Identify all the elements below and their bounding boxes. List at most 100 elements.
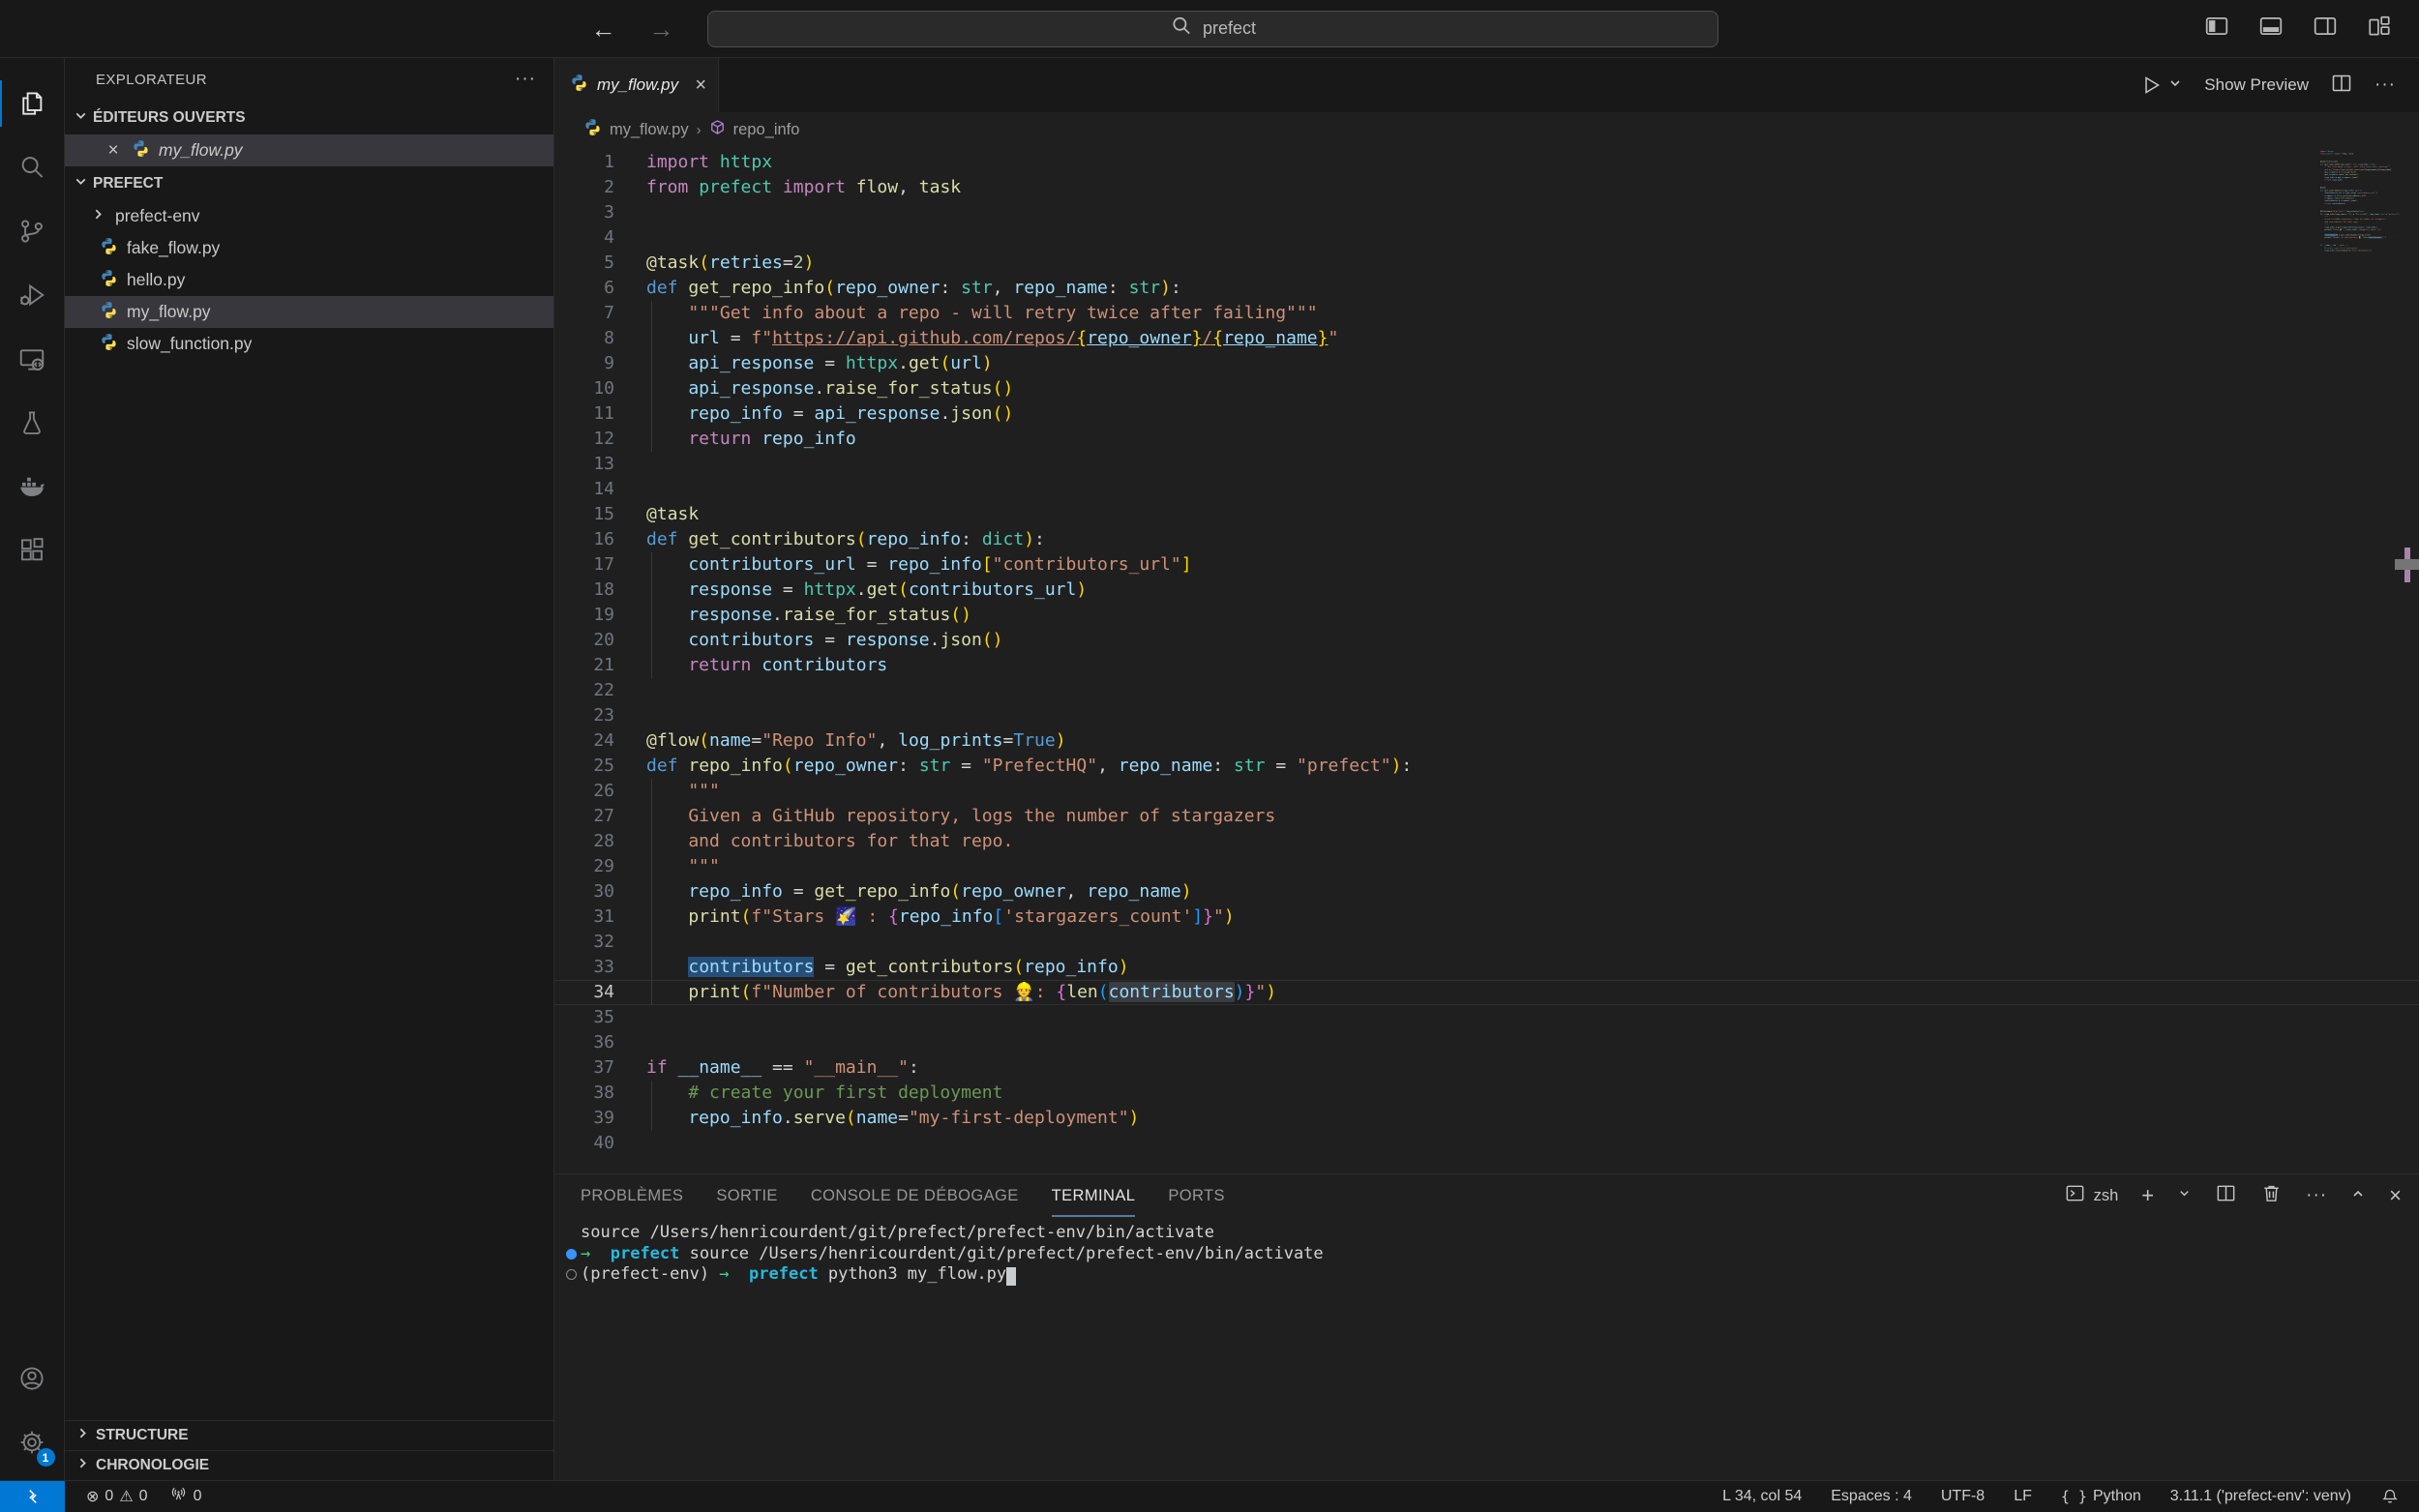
code-line[interactable]: 33 contributors = get_contributors(repo_… [554, 955, 2419, 980]
code-line[interactable]: 38 # create your first deployment [554, 1081, 2419, 1106]
tab-my-flow[interactable]: my_flow.py × [554, 58, 719, 112]
code-line[interactable]: 25def repo_info(repo_owner: str = "Prefe… [554, 754, 2419, 779]
open-editors-header[interactable]: ÉDITEURS OUVERTS [65, 101, 553, 134]
code-line[interactable]: 15@task [554, 502, 2419, 527]
testing-icon[interactable] [0, 391, 65, 455]
toggle-sidebar-icon[interactable] [2204, 14, 2229, 44]
tree-item-slow_function.py[interactable]: slow_function.py [65, 328, 553, 360]
tree-item-my_flow.py[interactable]: my_flow.py [65, 296, 553, 328]
encoding-status[interactable]: UTF-8 [1941, 1488, 1985, 1505]
chevron-down-icon[interactable] [2167, 75, 2183, 96]
cursor-position[interactable]: L 34, col 54 [1722, 1488, 1802, 1505]
panel-tab-console de débogage[interactable]: CONSOLE DE DÉBOGAGE [811, 1174, 1019, 1217]
docker-icon[interactable] [0, 455, 65, 519]
close-panel-icon[interactable]: × [2389, 1185, 2402, 1206]
search-view-icon[interactable] [0, 135, 65, 199]
remote-indicator[interactable] [0, 1481, 65, 1512]
project-header[interactable]: PREFECT [65, 166, 553, 200]
maximize-panel-icon[interactable] [2350, 1186, 2366, 1206]
code-line[interactable]: 4 [554, 225, 2419, 251]
tree-item-hello.py[interactable]: hello.py [65, 264, 553, 296]
toggle-secondary-sidebar-icon[interactable] [2313, 14, 2338, 44]
sidebar-more-icon[interactable]: ··· [515, 69, 536, 90]
code-line[interactable]: 22 [554, 678, 2419, 703]
code-line[interactable]: 7 """Get info about a repo - will retry … [554, 301, 2419, 326]
chevron-down-icon[interactable] [2177, 1186, 2192, 1205]
code-line[interactable]: 13 [554, 452, 2419, 477]
code-line[interactable]: 17 contributors_url = repo_info["contrib… [554, 552, 2419, 578]
ports-status[interactable]: 0 [169, 1485, 202, 1508]
panel-tab-sortie[interactable]: SORTIE [716, 1174, 778, 1217]
code-line[interactable]: 35 [554, 1005, 2419, 1030]
code-line[interactable]: 10 api_response.raise_for_status() [554, 376, 2419, 401]
editor-more-icon[interactable]: ··· [2374, 74, 2396, 96]
panel-more-icon[interactable]: ··· [2306, 1185, 2327, 1206]
code-line[interactable]: 6def get_repo_info(repo_owner: str, repo… [554, 276, 2419, 301]
code-line[interactable]: 8 url = f"https://api.github.com/repos/{… [554, 326, 2419, 351]
code-line[interactable]: 9 api_response = httpx.get(url) [554, 351, 2419, 376]
code-line[interactable]: 16def get_contributors(repo_info: dict): [554, 527, 2419, 552]
settings-gear-icon[interactable]: 1 [0, 1410, 65, 1474]
code-line[interactable]: 18 response = httpx.get(contributors_url… [554, 578, 2419, 603]
eol-status[interactable]: LF [2014, 1488, 2032, 1505]
panel-tab-terminal[interactable]: TERMINAL [1052, 1174, 1136, 1217]
problems-status[interactable]: ⊗ 0 ⚠ 0 [86, 1487, 148, 1506]
tab-close-icon[interactable]: × [695, 74, 706, 97]
remote-explorer-icon[interactable] [0, 327, 65, 391]
code-line[interactable]: 24@flow(name="Repo Info", log_prints=Tru… [554, 728, 2419, 754]
panel-tab-problèmes[interactable]: PROBLÈMES [581, 1174, 683, 1217]
source-control-icon[interactable] [0, 199, 65, 263]
code-line[interactable]: 20 contributors = response.json() [554, 628, 2419, 653]
extensions-icon[interactable] [0, 519, 65, 582]
code-line[interactable]: 14 [554, 477, 2419, 502]
breadcrumb[interactable]: my_flow.py › repo_info [554, 112, 2419, 147]
section-structure[interactable]: STRUCTURE [65, 1420, 553, 1450]
code-line[interactable]: 3 [554, 200, 2419, 225]
kill-terminal-icon[interactable] [2260, 1182, 2283, 1209]
tree-item-prefect-env[interactable]: prefect-env [65, 200, 553, 232]
split-editor-icon[interactable] [2330, 72, 2353, 100]
explorer-icon[interactable] [0, 72, 65, 135]
code-line[interactable]: 2from prefect import flow, task [554, 175, 2419, 200]
code-line[interactable]: 12 return repo_info [554, 427, 2419, 452]
overview-ruler-slider[interactable] [2395, 559, 2419, 570]
code-line[interactable]: 40 [2320, 252, 2405, 254]
command-decoration-icon[interactable] [566, 1249, 577, 1260]
account-icon[interactable] [0, 1347, 65, 1410]
code-line[interactable]: 19 response.raise_for_status() [554, 603, 2419, 628]
open-editor-item[interactable]: ×my_flow.py [65, 134, 553, 166]
customize-layout-icon[interactable] [2367, 14, 2392, 44]
new-terminal-icon[interactable]: + [2141, 1185, 2154, 1206]
indentation-status[interactable]: Espaces : 4 [1831, 1488, 1912, 1505]
command-center-search[interactable]: prefect [707, 11, 1718, 47]
code-editor-area[interactable]: 1import httpx2from prefect import flow, … [554, 147, 2419, 1173]
show-preview-button[interactable]: Show Preview [2204, 75, 2309, 95]
code-line[interactable]: 5@task(retries=2) [554, 251, 2419, 276]
code-line[interactable]: 28 and contributors for that repo. [554, 829, 2419, 854]
code-line[interactable]: 21 return contributors [554, 653, 2419, 678]
code-line[interactable]: 37if __name__ == "__main__": [554, 1055, 2419, 1081]
run-python-file-icon[interactable] [2139, 74, 2183, 97]
code-line[interactable]: 39 repo_info.serve(name="my-first-deploy… [554, 1106, 2419, 1131]
forward-arrow-icon[interactable]: → [649, 16, 674, 42]
language-mode[interactable]: { } Python [2061, 1488, 2141, 1505]
back-arrow-icon[interactable]: ← [591, 16, 616, 42]
code-line[interactable]: 40 [554, 1131, 2419, 1156]
toggle-panel-icon[interactable] [2258, 14, 2284, 44]
minimap[interactable]: 1import httpx2from prefect import flow, … [2320, 150, 2405, 614]
notifications-bell-icon[interactable] [2380, 1487, 2400, 1506]
panel-tab-ports[interactable]: PORTS [1168, 1174, 1225, 1217]
run-and-debug-icon[interactable] [0, 263, 65, 327]
split-terminal-icon[interactable] [2215, 1182, 2237, 1209]
command-decoration-icon[interactable] [566, 1269, 577, 1280]
code-line[interactable]: 29 """ [554, 854, 2419, 879]
code-line[interactable]: 26 """ [554, 779, 2419, 804]
close-icon[interactable]: × [104, 140, 123, 162]
code-line[interactable]: 31 print(f"Stars 🌠 : {repo_info['stargaz… [554, 904, 2419, 930]
code-line[interactable]: 30 repo_info = get_repo_info(repo_owner,… [554, 879, 2419, 904]
terminal-content[interactable]: source /Users/henricourdent/git/prefect/… [554, 1217, 2419, 1480]
code-line[interactable]: 11 repo_info = api_response.json() [554, 401, 2419, 427]
code-line[interactable]: 1import httpx [554, 150, 2419, 175]
code-line[interactable]: 36 [554, 1030, 2419, 1055]
code-line[interactable]: 27 Given a GitHub repository, logs the n… [554, 804, 2419, 829]
